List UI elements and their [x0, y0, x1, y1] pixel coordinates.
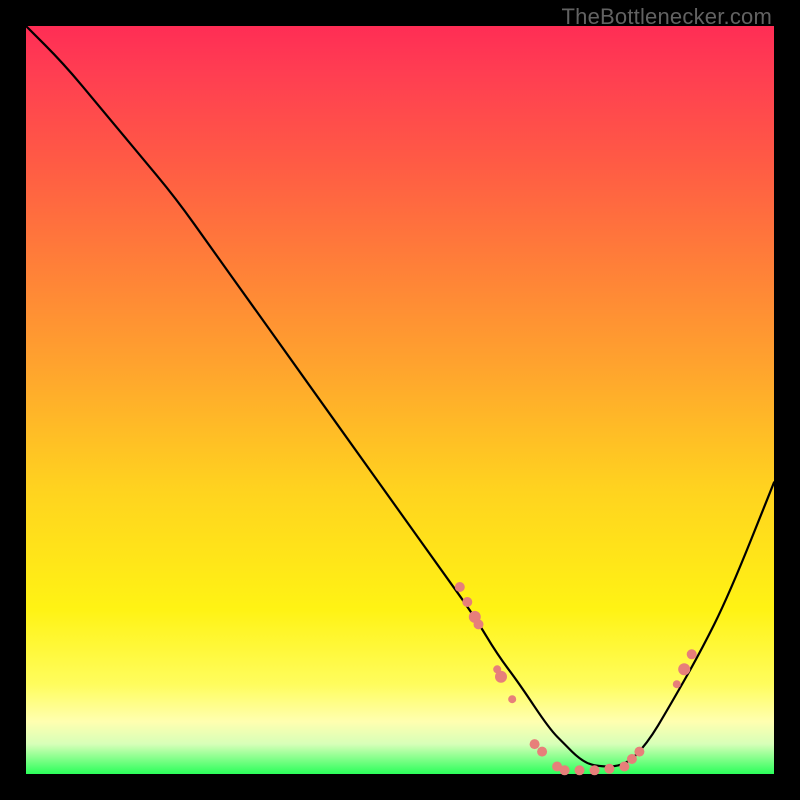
curve-marker	[627, 754, 637, 764]
curve-marker	[604, 764, 614, 774]
attribution-text: TheBottlenecker.com	[562, 4, 772, 30]
curve-marker	[678, 663, 690, 675]
curve-markers	[455, 582, 697, 775]
curve-marker	[474, 619, 484, 629]
plot-frame	[26, 26, 774, 774]
curve-marker	[634, 747, 644, 757]
curve-marker	[590, 765, 600, 775]
bottleneck-curve	[26, 26, 774, 767]
curve-marker	[619, 762, 629, 772]
plot-svg	[26, 26, 774, 774]
curve-marker	[575, 765, 585, 775]
curve-marker	[673, 680, 681, 688]
curve-marker	[508, 695, 516, 703]
curve-marker	[495, 671, 507, 683]
curve-marker	[530, 739, 540, 749]
curve-marker	[687, 649, 697, 659]
curve-marker	[462, 597, 472, 607]
curve-marker	[455, 582, 465, 592]
curve-marker	[537, 747, 547, 757]
curve-marker	[560, 765, 570, 775]
